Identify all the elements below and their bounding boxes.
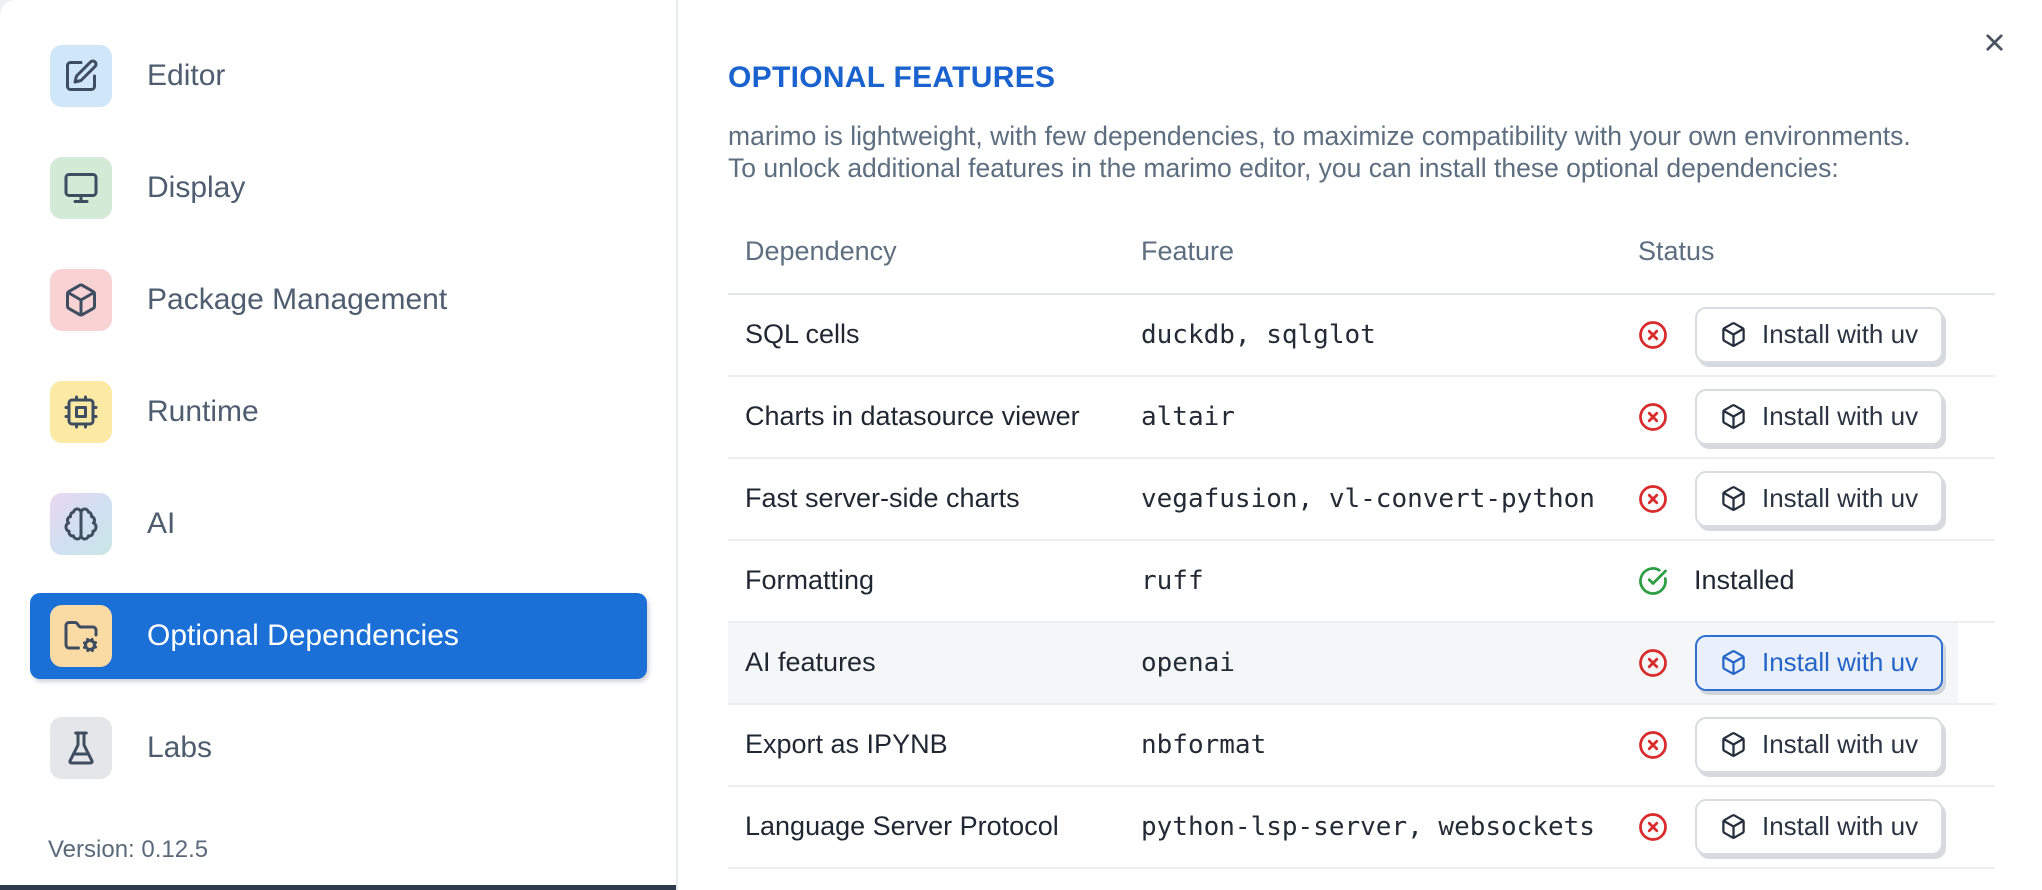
flask-icon [50, 717, 112, 779]
sidebar-item-label: Display [147, 171, 246, 204]
table-row: Fast server-side charts vegafusion, vl-c… [728, 459, 1995, 541]
feature-cell: duckdb, sqlglot [1141, 319, 1376, 350]
package-icon [1722, 732, 1745, 758]
install-button-label: Install with uv [1762, 647, 1919, 678]
status-cell: Install with uv [1638, 470, 1995, 527]
sidebar-item-label: Editor [147, 59, 226, 92]
feature-cell: openai [1141, 647, 1235, 678]
sidebar-item-label: Package Management [147, 283, 448, 316]
table-row: Export as IPYNB nbformat Install with uv [728, 705, 1995, 787]
column-header-dependency: Dependency [745, 235, 897, 266]
install-with-uv-button[interactable]: Install with uv [1695, 306, 1944, 363]
status-cell: Install with uv [1638, 716, 1995, 773]
install-button-label: Install with uv [1762, 729, 1919, 760]
close-icon [1981, 29, 2008, 56]
circle-x-icon [1638, 320, 1668, 350]
status-cell: Installed [1638, 565, 1995, 596]
dependencies-table: Dependency Feature Status SQL cells duck… [728, 236, 1995, 869]
install-with-uv-button[interactable]: Install with uv [1695, 716, 1944, 773]
package-icon [50, 269, 112, 331]
package-icon [1722, 650, 1745, 676]
table-row: Charts in datasource viewer altair Insta… [728, 377, 1995, 459]
dependency-cell: Formatting [745, 565, 875, 596]
install-with-uv-button[interactable]: Install with uv [1695, 388, 1944, 445]
table-row: SQL cells duckdb, sqlglot Install with u… [728, 295, 1995, 377]
sidebar-item-label: Optional Dependencies [147, 619, 459, 652]
folder-cog-icon [50, 605, 112, 667]
table-row: Language Server Protocol python-lsp-serv… [728, 787, 1995, 869]
feature-cell: python-lsp-server, websockets [1141, 811, 1595, 842]
sidebar-item-runtime[interactable]: Runtime [30, 369, 647, 455]
panel-description: marimo is lightweight, with few dependen… [728, 120, 2042, 184]
feature-cell: ruff [1141, 565, 1204, 596]
close-button[interactable] [1976, 24, 2012, 60]
install-with-uv-button[interactable]: Install with uv [1695, 470, 1944, 527]
install-button-label: Install with uv [1762, 319, 1919, 350]
square-pen-icon [50, 45, 112, 107]
settings-sidebar: Editor Display Package Management Runtim… [0, 0, 678, 890]
description-line: marimo is lightweight, with few dependen… [728, 120, 1911, 151]
status-cell: Install with uv [1638, 388, 1995, 445]
optional-features-panel: OPTIONAL FEATURES marimo is lightweight,… [678, 0, 2042, 890]
sidebar-item-package-management[interactable]: Package Management [30, 257, 647, 343]
feature-cell: vegafusion, vl-convert-python [1141, 483, 1595, 514]
table-header: Dependency Feature Status [728, 236, 1995, 295]
table-row: AI features openai Install with uv [728, 622, 1995, 705]
column-header-status: Status [1638, 235, 1715, 266]
package-icon [1722, 486, 1745, 512]
column-header-feature: Feature [1141, 235, 1235, 266]
sidebar-item-label: Runtime [147, 395, 259, 428]
background-page-edge [0, 885, 676, 890]
circle-x-icon [1638, 648, 1668, 678]
sidebar-item-display[interactable]: Display [30, 145, 647, 231]
installed-status-label: Installed [1694, 565, 1795, 596]
install-button-label: Install with uv [1762, 811, 1919, 842]
feature-cell: nbformat [1141, 729, 1267, 760]
status-cell: Install with uv [1638, 306, 1995, 363]
page-title: OPTIONAL FEATURES [728, 60, 1056, 94]
install-with-uv-button[interactable]: Install with uv [1695, 798, 1944, 855]
brain-icon [50, 493, 112, 555]
version-label: Version: 0.12.5 [48, 836, 209, 863]
circle-x-icon [1638, 484, 1668, 514]
install-button-label: Install with uv [1762, 483, 1919, 514]
package-icon [1722, 322, 1745, 348]
settings-dialog: Editor Display Package Management Runtim… [0, 0, 2042, 890]
dependency-cell: Charts in datasource viewer [745, 401, 1080, 432]
circle-x-icon [1638, 730, 1668, 760]
sidebar-item-labs[interactable]: Labs [30, 705, 647, 791]
status-cell: Install with uv [1638, 798, 1995, 855]
dependency-cell: SQL cells [745, 319, 860, 350]
dependency-cell: Fast server-side charts [745, 483, 1020, 514]
status-cell: Install with uv [1638, 634, 1995, 691]
table-row: Formatting ruff Installed [728, 541, 1995, 623]
circle-x-icon [1638, 402, 1668, 432]
sidebar-item-label: Labs [147, 731, 213, 764]
cpu-icon [50, 381, 112, 443]
feature-cell: altair [1141, 401, 1235, 432]
dependency-cell: AI features [745, 647, 876, 678]
install-with-uv-button[interactable]: Install with uv [1695, 634, 1944, 691]
monitor-icon [50, 157, 112, 219]
dependency-cell: Language Server Protocol [745, 811, 1059, 842]
package-icon [1722, 404, 1745, 430]
sidebar-item-ai[interactable]: AI [30, 481, 647, 567]
dependency-cell: Export as IPYNB [745, 729, 948, 760]
sidebar-item-optional-dependencies[interactable]: Optional Dependencies [30, 593, 647, 679]
sidebar-item-label: AI [147, 507, 176, 540]
package-icon [1722, 814, 1745, 840]
install-button-label: Install with uv [1762, 401, 1919, 432]
description-line: To unlock additional features in the mar… [728, 152, 1839, 183]
sidebar-item-editor[interactable]: Editor [30, 33, 647, 119]
circle-x-icon [1638, 812, 1668, 842]
circle-check-icon [1638, 566, 1668, 596]
